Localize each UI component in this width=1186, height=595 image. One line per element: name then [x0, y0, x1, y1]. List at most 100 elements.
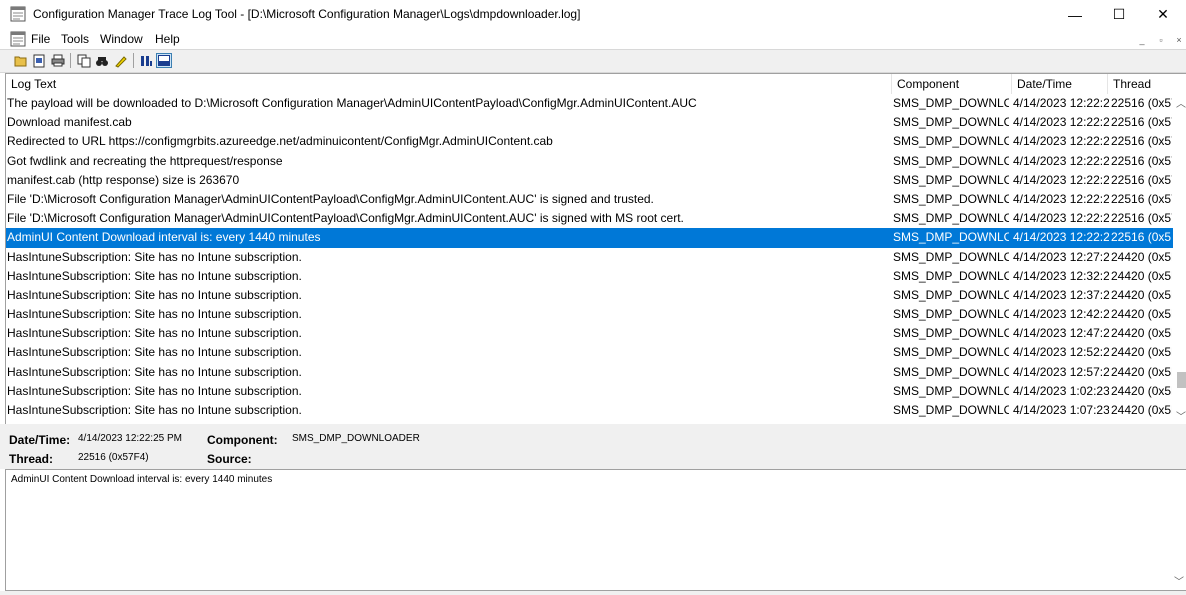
print-preview-icon[interactable] — [31, 53, 47, 68]
details-pane-icon[interactable] — [156, 53, 172, 68]
log-text-cell: HasIntuneSubscription: Site has no Intun… — [7, 307, 302, 322]
thread-cell: 22516 (0x57 — [1111, 96, 1172, 110]
log-text-cell: Download manifest.cab — [7, 115, 132, 130]
highlight-icon[interactable] — [113, 53, 129, 68]
datetime-cell: 4/14/2023 12:52:2 — [1013, 345, 1109, 360]
table-row[interactable]: manifest.cab (http response) size is 263… — [6, 171, 1173, 190]
open-icon[interactable] — [13, 53, 29, 68]
thread-cell: 24420 (0x5F — [1111, 403, 1172, 417]
pause-icon[interactable] — [138, 53, 154, 68]
thread-cell: 22516 (0x57 — [1111, 172, 1172, 187]
minimize-icon: — — [1068, 6, 1082, 23]
datetime-cell: 4/14/2023 12:37:2 — [1013, 287, 1109, 302]
table-row[interactable]: File 'D:\Microsoft Configuration Manager… — [6, 190, 1173, 209]
table-row[interactable]: HasIntuneSubscription: Site has no Intun… — [6, 363, 1173, 382]
component-value: SMS_DMP_DOWNLOADER — [292, 433, 420, 444]
thread-cell: 24420 (0x5F — [1111, 345, 1172, 360]
component-cell: SMS_DMP_DOWNLOA — [893, 172, 1009, 187]
component-cell: SMS_DMP_DOWNLOA — [893, 249, 1009, 264]
log-text-cell: HasIntuneSubscription: Site has no Intun… — [7, 287, 302, 302]
menu-window[interactable]: Window — [100, 32, 143, 46]
datetime-cell: 4/14/2023 12:32:2 — [1013, 268, 1109, 283]
table-row[interactable]: HasIntuneSubscription: Site has no Intun… — [6, 343, 1173, 362]
datetime-cell: 4/14/2023 12:22:2 — [1013, 115, 1109, 130]
document-icon[interactable] — [10, 31, 26, 47]
scroll-thumb[interactable] — [1177, 372, 1186, 388]
menu-help[interactable]: Help — [155, 32, 180, 46]
datetime-cell: 4/14/2023 12:27:2 — [1013, 249, 1109, 264]
table-row[interactable]: The payload will be downloaded to D:\Mic… — [6, 94, 1173, 113]
thread-cell: 24420 (0x5F — [1111, 364, 1172, 379]
detail-scroll-down-icon[interactable]: ﹀ — [1173, 574, 1185, 588]
datetime-cell: 4/14/2023 12:22:2 — [1013, 230, 1109, 245]
log-text-cell: File 'D:\Microsoft Configuration Manager… — [7, 191, 654, 206]
scroll-up-icon[interactable]: ︿ — [1175, 96, 1186, 110]
table-row[interactable]: Download manifest.cab SMS_DMP_DOWNLOA 4/14… — [6, 113, 1173, 132]
log-text-cell: HasIntuneSubscription: Site has no Intun… — [7, 268, 302, 283]
log-text-cell: Got fwdlink and recreating the httpreque… — [7, 153, 283, 168]
mdi-restore-button[interactable]: ▫ — [1154, 33, 1168, 47]
menu-file[interactable]: File — [31, 32, 50, 46]
table-row[interactable]: Got fwdlink and recreating the httpreque… — [6, 152, 1173, 171]
component-cell: SMS_DMP_DOWNLOA — [893, 345, 1009, 360]
detail-scrollbar[interactable]: ﹀ — [1173, 470, 1186, 590]
minimize-button[interactable]: — — [1052, 0, 1098, 29]
table-row[interactable]: HasIntuneSubscription: Site has no Intun… — [6, 401, 1173, 420]
component-cell: SMS_DMP_DOWNLOA — [893, 403, 1009, 417]
log-text-cell: File 'D:\Microsoft Configuration Manager… — [7, 211, 684, 226]
window-title: Configuration Manager Trace Log Tool - [… — [33, 7, 581, 21]
thread-cell: 24420 (0x5F — [1111, 249, 1172, 264]
copy-icon[interactable] — [76, 53, 92, 68]
log-list[interactable]: Log Text Component Date/Time Thread The … — [5, 73, 1186, 425]
component-cell: SMS_DMP_DOWNLOA — [893, 307, 1009, 322]
close-button[interactable]: ✕ — [1140, 0, 1186, 29]
table-row[interactable]: HasIntuneSubscription: Site has no Intun… — [6, 248, 1173, 267]
table-row[interactable]: HasIntuneSubscription: Site has no Intun… — [6, 382, 1173, 401]
datetime-cell: 4/14/2023 12:22:2 — [1013, 211, 1109, 226]
thread-label: Thread: — [9, 452, 54, 466]
status-bar — [0, 591, 1186, 595]
datetime-cell: 4/14/2023 12:22:2 — [1013, 172, 1109, 187]
component-cell: SMS_DMP_DOWNLOA — [893, 326, 1009, 341]
component-cell: SMS_DMP_DOWNLOA — [893, 364, 1009, 379]
log-scrollbar[interactable]: ︿ ﹀ — [1175, 94, 1186, 424]
table-row[interactable]: HasIntuneSubscription: Site has no Intun… — [6, 286, 1173, 305]
column-header-datetime[interactable]: Date/Time — [1012, 74, 1108, 94]
print-icon[interactable] — [50, 53, 66, 68]
table-row[interactable]: HasIntuneSubscription: Site has no Intun… — [6, 267, 1173, 286]
datetime-cell: 4/14/2023 12:22:2 — [1013, 191, 1109, 206]
menu-tools[interactable]: Tools — [61, 32, 89, 46]
datetime-cell: 4/14/2023 1:02:23 — [1013, 383, 1109, 398]
toolbar — [0, 49, 1186, 73]
thread-cell: 22516 (0x57 — [1111, 211, 1172, 226]
mdi-minimize-button[interactable]: _ — [1135, 33, 1149, 47]
log-text-cell: manifest.cab (http response) size is 263… — [7, 172, 240, 187]
title-bar: Configuration Manager Trace Log Tool - [… — [0, 0, 1186, 29]
log-text-cell: HasIntuneSubscription: Site has no Intun… — [7, 403, 302, 417]
column-header-log-text[interactable]: Log Text — [6, 74, 892, 94]
thread-cell: 22516 (0x57 — [1111, 115, 1172, 130]
thread-cell: 24420 (0x5F — [1111, 268, 1172, 283]
mdi-close-button[interactable]: × — [1172, 33, 1186, 47]
maximize-button[interactable]: ☐ — [1096, 0, 1142, 29]
component-cell: SMS_DMP_DOWNLOA — [893, 383, 1009, 398]
log-text-detail[interactable]: AdminUI Content Download interval is: ev… — [5, 469, 1186, 591]
table-row[interactable]: AdminUI Content Download interval is: ev… — [6, 228, 1173, 248]
component-cell: SMS_DMP_DOWNLOA — [893, 134, 1009, 149]
table-row[interactable]: HasIntuneSubscription: Site has no Intun… — [6, 305, 1173, 324]
column-header-component[interactable]: Component — [892, 74, 1012, 94]
scroll-down-icon[interactable]: ﹀ — [1175, 409, 1186, 423]
component-cell: SMS_DMP_DOWNLOA — [893, 191, 1009, 206]
table-row[interactable]: HasIntuneSubscription: Site has no Intun… — [6, 324, 1173, 343]
table-row[interactable]: Redirected to URL https://configmgrbits.… — [6, 132, 1173, 151]
table-row[interactable]: File 'D:\Microsoft Configuration Manager… — [6, 209, 1173, 228]
thread-cell: 22516 (0x57 — [1111, 153, 1172, 168]
datetime-cell: 4/14/2023 12:57:2 — [1013, 364, 1109, 379]
component-cell: SMS_DMP_DOWNLOA — [893, 153, 1009, 168]
thread-cell: 22516 (0x5 — [1111, 230, 1172, 245]
component-cell: SMS_DMP_DOWNLOA — [893, 115, 1009, 130]
find-icon[interactable] — [94, 53, 110, 68]
column-header-thread[interactable]: Thread — [1108, 74, 1186, 94]
thread-cell: 24420 (0x5F — [1111, 383, 1172, 398]
thread-value: 22516 (0x57F4) — [78, 452, 149, 463]
